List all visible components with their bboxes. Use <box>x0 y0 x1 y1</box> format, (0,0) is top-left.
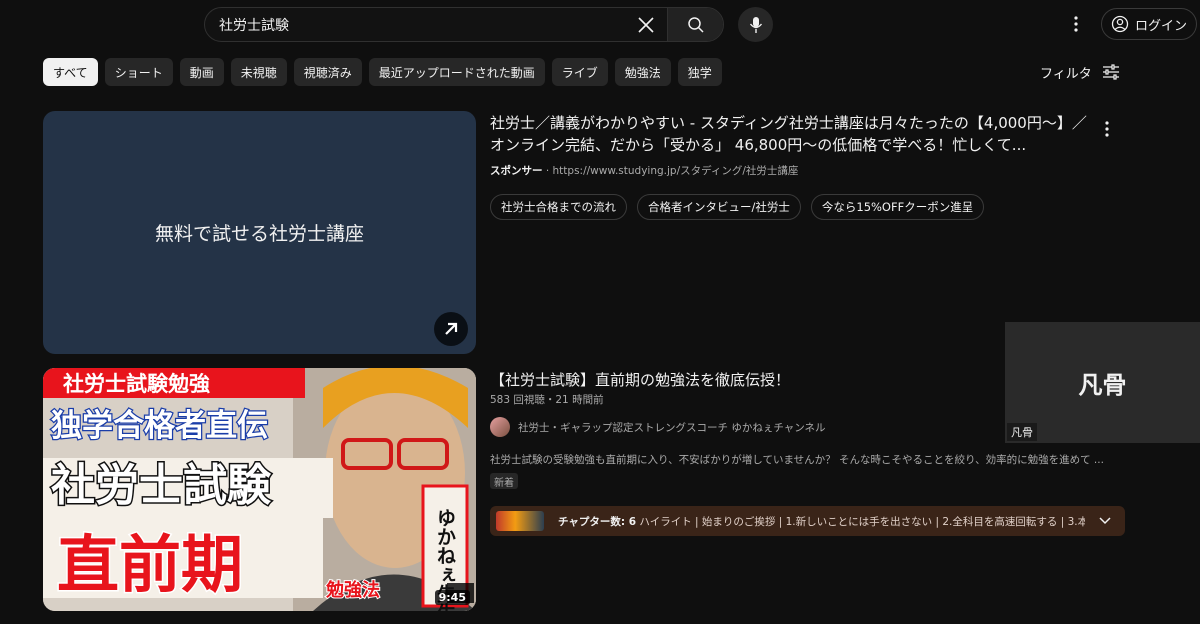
thumbnail-sub-text: 独学合格者直伝 <box>51 408 268 444</box>
video-description: 社労士試験の受験勉強も直前期に入り、不安ばかりが増していませんか？ そんな時こそ… <box>490 454 1104 466</box>
channel-link[interactable]: 社労士・ギャラップ認定ストレングスコーチ ゆかねぇチャンネル <box>490 417 826 437</box>
chapters-list: ハイライト | 始まりのご挨拶 | 1.新しいことには手を出さない | 2.全科… <box>639 515 1085 528</box>
ad-thumbnail[interactable]: 無料で試せる社労士講座 <box>43 111 476 354</box>
sponsor-label: スポンサー <box>490 165 543 177</box>
avatar[interactable] <box>490 417 510 437</box>
login-button[interactable]: ログイン <box>1101 8 1197 40</box>
chapters-text: チャプター数: 6 ハイライト | 始まりのご挨拶 | 1.新しいことには手を出… <box>558 514 1085 529</box>
video-meta: 583 回視聴・21 時間前 <box>490 394 604 406</box>
login-label: ログイン <box>1134 18 1187 34</box>
more-vertical-icon <box>1074 16 1078 32</box>
ad-title[interactable]: 社労士／講義がわかりやすい - スタディング社労士講座は月々たったの【4,000… <box>490 112 1090 156</box>
thumbnail-top-text: 社労士試験勉強 <box>62 372 210 396</box>
thumbnail-artwork: 社労士試験勉強 独学合格者直伝 社労士試験 直前期 勉強法 ゆかねぇ先生 <box>43 368 476 611</box>
chapters-count: チャプター数: 6 <box>558 515 637 528</box>
expand-chapters-button[interactable] <box>1085 517 1125 525</box>
sitelink-interview[interactable]: 合格者インタビュー/社労士 <box>637 194 801 220</box>
search-input[interactable]: 社労士試験 <box>205 15 631 35</box>
chevron-down-icon <box>1099 517 1111 525</box>
chip-live[interactable]: ライブ <box>551 58 608 86</box>
close-icon <box>638 16 654 33</box>
chip-recently-uploaded[interactable]: 最近アップロードされた動画 <box>368 58 545 86</box>
more-vertical-icon <box>1105 121 1109 137</box>
ad-more-button[interactable] <box>1098 118 1116 140</box>
video-thumbnail[interactable]: 社労士試験勉強 独学合格者直伝 社労士試験 直前期 勉強法 ゆかねぇ先生 9:4… <box>43 368 476 611</box>
separator: · <box>545 165 553 177</box>
search-icon <box>687 16 704 33</box>
chip-self-study[interactable]: 独学 <box>677 58 722 86</box>
ad-thumbnail-text: 無料で試せる社労士講座 <box>154 223 364 245</box>
clear-search-button[interactable] <box>631 10 661 40</box>
chip-shorts[interactable]: ショート <box>104 58 173 86</box>
settings-menu-button[interactable] <box>1066 12 1086 36</box>
sliders-icon <box>1102 64 1119 80</box>
ad-source: スポンサー · https://www.studying.jp/スタディング/社… <box>490 163 798 178</box>
chapter-thumbnail <box>496 511 544 531</box>
new-badge: 新着 <box>490 473 518 489</box>
ad-url[interactable]: https://www.studying.jp/スタディング/社労士講座 <box>553 165 799 177</box>
video-duration: 9:45 <box>434 590 470 605</box>
video-title[interactable]: 【社労士試験】直前期の勉強法を徹底伝授！ <box>490 369 1010 391</box>
filter-button[interactable]: フィルタ <box>1040 60 1120 84</box>
top-bar: 社労士試験 ログイン <box>0 0 1200 48</box>
chip-unwatched[interactable]: 未視聴 <box>230 58 287 86</box>
sitelink-coupon[interactable]: 今なら15%OFFクーポン進呈 <box>810 194 985 220</box>
chip-videos[interactable]: 動画 <box>179 58 224 86</box>
search-box[interactable]: 社労士試験 <box>204 7 724 42</box>
filter-chips: すべて ショート 動画 未視聴 視聴済み 最近アップロードされた動画 ライブ 勉… <box>43 58 722 86</box>
channel-name[interactable]: 社労士・ギャラップ認定ストレングスコーチ ゆかねぇチャンネル <box>518 420 826 435</box>
external-link-button[interactable] <box>434 312 468 346</box>
microphone-icon <box>749 16 762 33</box>
user-icon <box>1111 15 1129 33</box>
filter-label: フィルタ <box>1040 66 1092 82</box>
voice-search-button[interactable] <box>738 7 773 42</box>
overlay-panel: 凡骨 凡骨 <box>1005 322 1200 443</box>
chapters-bar[interactable]: チャプター数: 6 ハイライト | 始まりのご挨拶 | 1.新しいことには手を出… <box>490 506 1125 536</box>
thumbnail-main-text-1: 社労士試験 <box>51 460 272 511</box>
chip-watched[interactable]: 視聴済み <box>293 58 362 86</box>
thumbnail-main-text-2: 直前期 <box>57 528 243 601</box>
chip-all[interactable]: すべて <box>43 58 98 86</box>
ad-sitelinks: 社労士合格までの流れ 合格者インタビュー/社労士 今なら15%OFFクーポン進呈 <box>490 194 985 220</box>
search-button[interactable] <box>667 8 723 41</box>
chip-study-method[interactable]: 勉強法 <box>614 58 671 86</box>
sitelink-flow[interactable]: 社労士合格までの流れ <box>490 194 627 220</box>
overlay-label: 凡骨 <box>1007 423 1037 441</box>
thumbnail-corner-text: 勉強法 <box>325 579 380 601</box>
arrow-up-right-icon <box>445 322 458 335</box>
